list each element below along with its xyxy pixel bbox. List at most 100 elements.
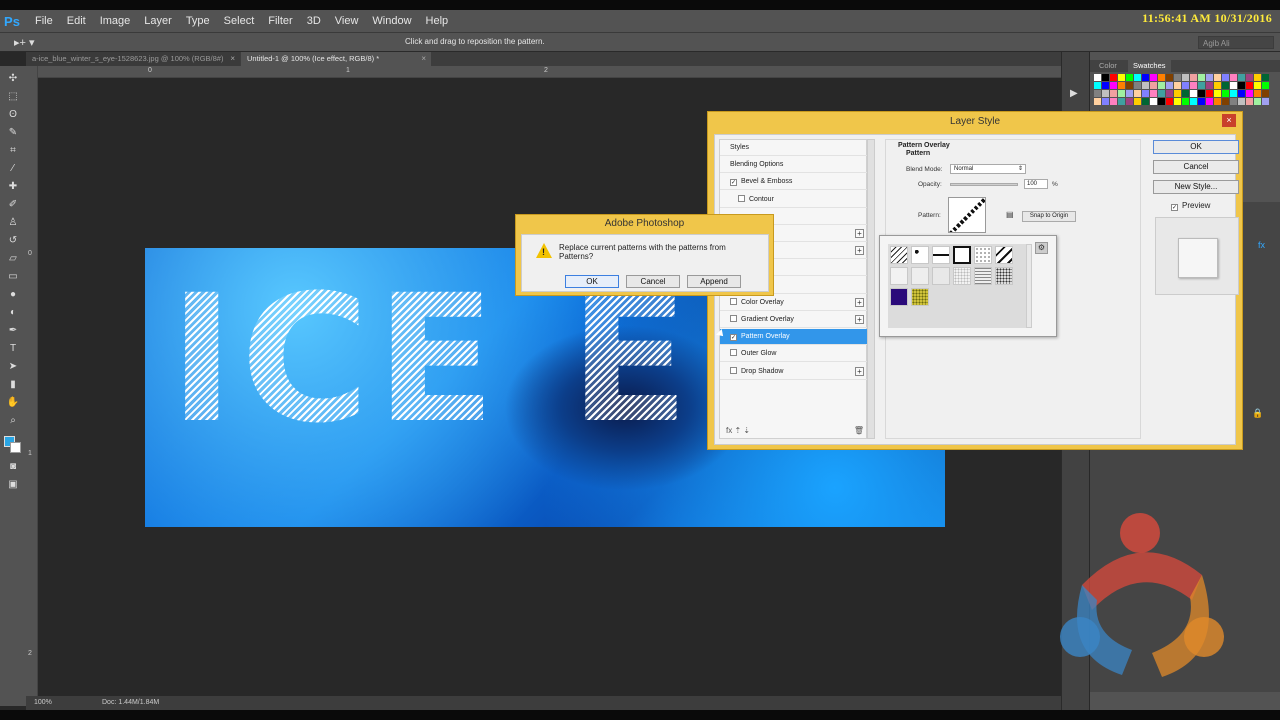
lasso-tool-icon[interactable]: ʘ	[5, 108, 21, 122]
color-swatch[interactable]	[1238, 74, 1245, 81]
ok-button[interactable]: OK	[565, 275, 619, 288]
color-swatch[interactable]	[1238, 90, 1245, 97]
blur-tool-icon[interactable]: ●	[5, 288, 21, 302]
style-checkbox[interactable]: ✓	[730, 179, 737, 187]
color-swatch[interactable]	[1246, 90, 1253, 97]
color-swatch[interactable]	[1102, 74, 1109, 81]
hand-tool-icon[interactable]: ✋	[5, 396, 21, 410]
color-swatch[interactable]	[1166, 98, 1173, 105]
zoom-level[interactable]: 100%	[34, 699, 52, 706]
doc-tab-eye-image[interactable]: a-ice_blue_winter_s_eye-1528623.jpg @ 10…	[26, 52, 240, 66]
color-swatch[interactable]	[1190, 90, 1197, 97]
color-swatch[interactable]	[1150, 82, 1157, 89]
style-checkbox[interactable]	[730, 315, 737, 322]
color-swatch[interactable]	[1174, 98, 1181, 105]
doc-tab-untitled[interactable]: Untitled-1 @ 100% (Ice effect, RGB/8) * …	[241, 52, 431, 66]
color-swatch[interactable]	[1110, 82, 1117, 89]
add-style-icon[interactable]: +	[855, 246, 864, 256]
menu-filter[interactable]: Filter	[261, 10, 299, 32]
color-swatch[interactable]	[1182, 90, 1189, 97]
color-swatch[interactable]	[1174, 74, 1181, 81]
pattern-swatch[interactable]	[911, 246, 929, 264]
color-swatch[interactable]	[1262, 90, 1269, 97]
healing-tool-icon[interactable]: ✚	[5, 180, 21, 194]
close-icon[interactable]: ×	[1222, 114, 1236, 127]
blend-mode-select[interactable]: Normal ⇕	[950, 164, 1026, 174]
style-item[interactable]: Blending Options	[720, 157, 868, 174]
color-swatch[interactable]	[1150, 98, 1157, 105]
color-swatch[interactable]	[1246, 74, 1253, 81]
color-swatch[interactable]	[1230, 98, 1237, 105]
pattern-swatch[interactable]	[995, 267, 1013, 285]
color-swatch[interactable]	[1126, 98, 1133, 105]
style-item[interactable]: Contour	[720, 192, 868, 208]
path-select-tool-icon[interactable]: ➤	[5, 360, 21, 374]
color-swatch[interactable]	[1206, 82, 1213, 89]
snap-to-origin-button[interactable]: Snap to Origin	[1022, 211, 1076, 222]
color-swatch[interactable]	[1214, 74, 1221, 81]
workspace-switcher[interactable]: Agib Ali	[1198, 36, 1274, 49]
pattern-swatch[interactable]	[890, 246, 908, 264]
trash-icon[interactable]: 🗑	[854, 426, 864, 435]
color-swatch[interactable]	[1174, 90, 1181, 97]
color-swatch[interactable]	[1262, 82, 1269, 89]
pattern-picker-button[interactable]	[948, 197, 986, 233]
menu-view[interactable]: View	[328, 10, 366, 32]
color-swatch[interactable]	[1222, 82, 1229, 89]
menu-edit[interactable]: Edit	[60, 10, 93, 32]
color-swatch[interactable]	[1214, 98, 1221, 105]
dodge-tool-icon[interactable]: ◐	[5, 306, 21, 320]
color-swatch[interactable]	[1206, 90, 1213, 97]
style-item[interactable]: Gradient Overlay +	[720, 312, 868, 328]
color-swatch[interactable]	[1166, 90, 1173, 97]
menu-help[interactable]: Help	[419, 10, 456, 32]
menu-select[interactable]: Select	[217, 10, 262, 32]
color-swatch[interactable]	[1222, 74, 1229, 81]
tab-color[interactable]: Color	[1094, 60, 1122, 72]
zoom-tool-icon[interactable]: ⌕	[5, 414, 21, 428]
color-swatch[interactable]	[1262, 98, 1269, 105]
dialog-title[interactable]: Layer Style	[708, 112, 1242, 132]
color-swatch[interactable]	[1166, 74, 1173, 81]
style-checkbox[interactable]	[730, 297, 737, 305]
color-swatch[interactable]	[1254, 90, 1261, 97]
opacity-input[interactable]: 100	[1024, 179, 1048, 189]
menu-window[interactable]: Window	[365, 10, 418, 32]
color-swatch[interactable]	[1246, 82, 1253, 89]
color-swatch[interactable]	[1094, 82, 1101, 89]
menu-type[interactable]: Type	[179, 10, 217, 32]
color-swatch[interactable]	[1118, 90, 1125, 97]
color-swatch[interactable]	[1206, 98, 1213, 105]
color-swatch[interactable]	[1126, 74, 1133, 81]
menu-3d[interactable]: 3D	[300, 10, 328, 32]
style-checkbox[interactable]: ✓	[730, 334, 737, 342]
color-swatch[interactable]	[1190, 82, 1197, 89]
menu-image[interactable]: Image	[93, 10, 138, 32]
alert-title[interactable]: Adobe Photoshop	[516, 215, 773, 233]
color-swatch[interactable]	[1158, 82, 1165, 89]
style-list-scrollbar[interactable]	[867, 139, 875, 439]
color-swatch[interactable]	[1134, 82, 1141, 89]
color-swatch[interactable]	[1262, 74, 1269, 81]
move-tool-icon[interactable]: ✣	[5, 72, 21, 86]
pattern-swatch[interactable]	[974, 267, 992, 285]
color-swatch[interactable]	[1158, 74, 1165, 81]
pen-tool-icon[interactable]: ✒	[5, 324, 21, 338]
style-item[interactable]: Color Overlay +	[720, 295, 868, 311]
style-item[interactable]: Outer Glow	[720, 346, 868, 363]
style-checkbox[interactable]	[730, 349, 737, 357]
new-style-button[interactable]: New Style...	[1153, 180, 1239, 194]
color-swatch[interactable]	[1238, 98, 1245, 105]
color-swatch[interactable]	[1206, 74, 1213, 81]
color-swatch[interactable]	[1094, 74, 1101, 81]
color-swatch[interactable]	[1102, 90, 1109, 97]
add-style-icon[interactable]: +	[855, 297, 864, 307]
pattern-swatch[interactable]	[953, 267, 971, 285]
pattern-swatch[interactable]	[890, 288, 908, 306]
color-swatch[interactable]	[1142, 90, 1149, 97]
ok-button[interactable]: OK	[1153, 140, 1239, 154]
color-swatch[interactable]	[1110, 90, 1117, 97]
color-swatch[interactable]	[1254, 82, 1261, 89]
screen-mode-icon[interactable]: ▣	[5, 478, 21, 492]
color-swatch[interactable]	[1254, 74, 1261, 81]
